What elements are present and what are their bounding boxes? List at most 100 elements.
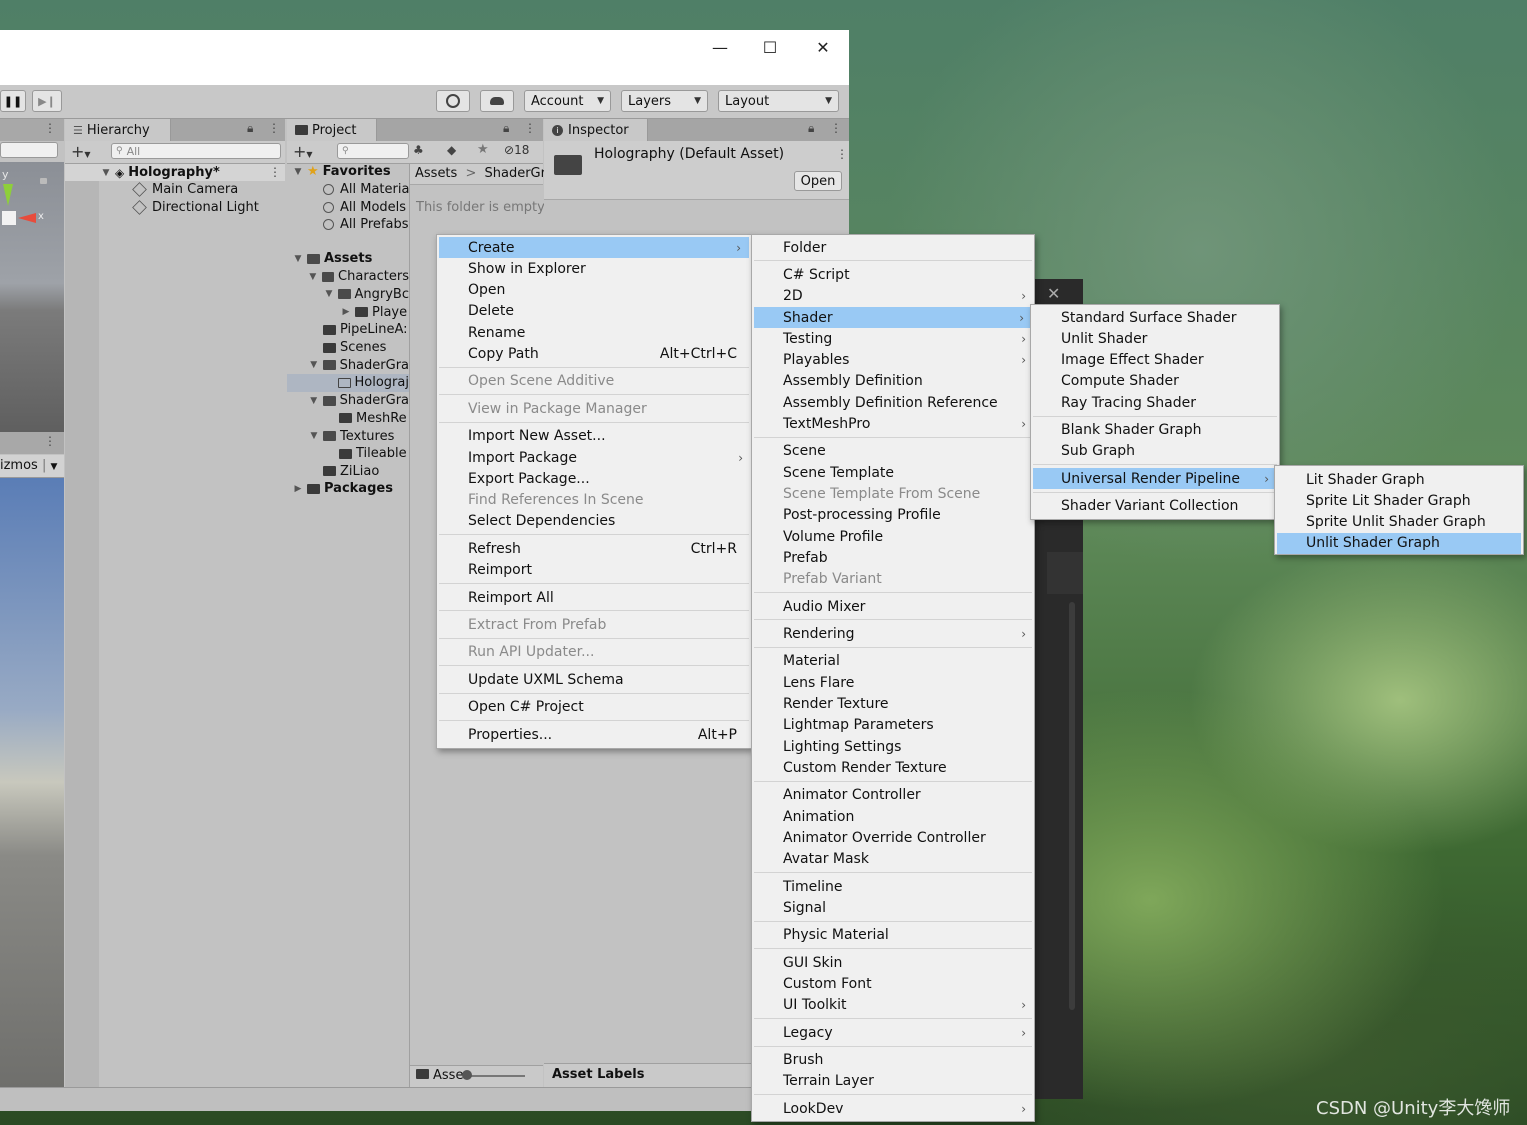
more-icon[interactable]: ⋮ bbox=[268, 121, 280, 135]
menu-item-animator-controller[interactable]: Animator Controller bbox=[752, 785, 1034, 806]
menu-item-shader[interactable]: Shader › bbox=[754, 307, 1032, 328]
asset-folder-row[interactable]: ▶ Playe bbox=[287, 303, 409, 321]
asset-folder-row[interactable]: ▼ AngryBc bbox=[287, 286, 409, 304]
game-viewport[interactable] bbox=[0, 478, 64, 1087]
account-dropdown[interactable]: Account ▼ bbox=[524, 90, 611, 112]
favorites-row[interactable]: ▼ ★ Favorites bbox=[293, 163, 391, 181]
asset-folder-row[interactable]: PipeLineA: bbox=[287, 321, 409, 339]
menu-item-c-script[interactable]: C# Script bbox=[752, 264, 1034, 285]
menu-item-select-dependencies[interactable]: Select Dependencies bbox=[437, 511, 751, 532]
pause-button[interactable]: ❚❚ bbox=[0, 90, 26, 112]
cloud-button[interactable] bbox=[480, 90, 514, 112]
menu-item-folder[interactable]: Folder bbox=[752, 237, 1034, 258]
layers-dropdown[interactable]: Layers ▼ bbox=[621, 90, 708, 112]
menu-item-prefab[interactable]: Prefab bbox=[752, 547, 1034, 568]
menu-item-avatar-mask[interactable]: Avatar Mask bbox=[752, 849, 1034, 870]
asset-folder-row[interactable]: Scenes bbox=[287, 339, 409, 357]
hierarchy-item[interactable]: Directional Light bbox=[132, 199, 259, 217]
menu-item-ray-tracing-shader[interactable]: Ray Tracing Shader bbox=[1031, 392, 1279, 413]
hidden-packages-toggle[interactable]: ⊘18 bbox=[504, 143, 529, 157]
menu-item-standard-surface-shader[interactable]: Standard Surface Shader bbox=[1031, 307, 1279, 328]
menu-item-properties[interactable]: Properties... Alt+P bbox=[437, 724, 751, 745]
asset-folder-row[interactable]: ▼ Characters bbox=[287, 268, 409, 286]
scene-search-input[interactable] bbox=[0, 142, 58, 158]
menu-item-ui-toolkit[interactable]: UI Toolkit › bbox=[752, 995, 1034, 1016]
breadcrumb-assets[interactable]: Assets bbox=[415, 166, 457, 181]
menu-item-assembly-definition-reference[interactable]: Assembly Definition Reference bbox=[752, 392, 1034, 413]
menu-item-animator-override-controller[interactable]: Animator Override Controller bbox=[752, 827, 1034, 848]
menu-item-timeline[interactable]: Timeline bbox=[752, 876, 1034, 897]
favorite-item[interactable]: All Prefabs bbox=[323, 216, 409, 234]
menu-item-volume-profile[interactable]: Volume Profile bbox=[752, 526, 1034, 547]
more-icon[interactable]: ⋮ bbox=[44, 434, 56, 448]
menu-item-material[interactable]: Material bbox=[752, 651, 1034, 672]
menu-item-sub-graph[interactable]: Sub Graph bbox=[1031, 441, 1279, 462]
background-scrollbar[interactable] bbox=[1069, 602, 1075, 1010]
menu-item-lightmap-parameters[interactable]: Lightmap Parameters bbox=[752, 715, 1034, 736]
lock-icon[interactable]: 🔒︎ bbox=[503, 121, 509, 136]
menu-item-universal-render-pipeline[interactable]: Universal Render Pipeline › bbox=[1033, 468, 1277, 490]
hierarchy-item[interactable]: Main Camera bbox=[132, 181, 238, 199]
menu-item-unlit-shader-graph[interactable]: Unlit Shader Graph bbox=[1277, 532, 1521, 554]
zoom-slider-track[interactable] bbox=[463, 1075, 525, 1077]
menu-item-assembly-definition[interactable]: Assembly Definition bbox=[752, 371, 1034, 392]
menu-item-refresh[interactable]: Refresh Ctrl+R bbox=[437, 538, 751, 559]
menu-item-post-processing-profile[interactable]: Post-processing Profile bbox=[752, 505, 1034, 526]
lock-icon[interactable]: 🔒︎ bbox=[247, 121, 253, 136]
menu-item-animation[interactable]: Animation bbox=[752, 806, 1034, 827]
menu-item-lit-shader-graph[interactable]: Lit Shader Graph bbox=[1275, 469, 1523, 490]
more-icon[interactable]: ⋮ bbox=[44, 121, 56, 135]
close-icon[interactable]: ✕ bbox=[1047, 284, 1060, 303]
step-button[interactable]: ▶❙ bbox=[32, 90, 62, 112]
favorite-star-icon[interactable]: ★ bbox=[477, 142, 489, 157]
menu-item-testing[interactable]: Testing › bbox=[752, 328, 1034, 349]
menu-item-scene[interactable]: Scene bbox=[752, 441, 1034, 462]
project-search-input[interactable]: ⚲ bbox=[337, 143, 409, 159]
gizmo-center-icon[interactable] bbox=[2, 211, 16, 225]
open-button[interactable]: Open bbox=[794, 171, 842, 191]
menu-item-rename[interactable]: Rename bbox=[437, 322, 751, 343]
asset-folder-row[interactable]: Tileable bbox=[287, 445, 409, 463]
lock-icon[interactable] bbox=[40, 178, 47, 184]
menu-item-create[interactable]: Create › bbox=[439, 237, 749, 258]
more-icon[interactable]: ⋮ bbox=[830, 121, 842, 135]
menu-item-blank-shader-graph[interactable]: Blank Shader Graph bbox=[1031, 420, 1279, 441]
menu-item-shader-variant-collection[interactable]: Shader Variant Collection bbox=[1031, 496, 1279, 517]
menu-item-copy-path[interactable]: Copy Path Alt+Ctrl+C bbox=[437, 344, 751, 365]
menu-item-sprite-lit-shader-graph[interactable]: Sprite Lit Shader Graph bbox=[1275, 490, 1523, 511]
more-icon[interactable]: ⋮ bbox=[524, 121, 536, 135]
menu-item-show-in-explorer[interactable]: Show in Explorer bbox=[437, 258, 751, 279]
menu-item-custom-font[interactable]: Custom Font bbox=[752, 974, 1034, 995]
tab-hierarchy[interactable]: ☰ Hierarchy bbox=[65, 119, 171, 141]
menu-item-physic-material[interactable]: Physic Material bbox=[752, 925, 1034, 946]
menu-item-textmeshpro[interactable]: TextMeshPro › bbox=[752, 414, 1034, 435]
more-icon[interactable]: ⋮ bbox=[836, 147, 848, 161]
maximize-button[interactable]: ☐ bbox=[744, 30, 796, 64]
zoom-slider-thumb[interactable] bbox=[462, 1070, 472, 1080]
create-button[interactable]: +▼ bbox=[293, 142, 313, 161]
menu-item-signal[interactable]: Signal bbox=[752, 897, 1034, 918]
collab-button[interactable] bbox=[436, 90, 470, 112]
menu-item-2d[interactable]: 2D › bbox=[752, 286, 1034, 307]
packages-row[interactable]: ▶ Packages bbox=[293, 480, 393, 498]
layout-dropdown[interactable]: Layout ▼ bbox=[718, 90, 839, 112]
favorite-item[interactable]: All Materia bbox=[323, 181, 409, 199]
menu-item-custom-render-texture[interactable]: Custom Render Texture bbox=[752, 757, 1034, 778]
add-button[interactable]: +▼ bbox=[71, 142, 91, 161]
asset-labels-heading[interactable]: Asset Labels bbox=[552, 1067, 644, 1082]
menu-item-sprite-unlit-shader-graph[interactable]: Sprite Unlit Shader Graph bbox=[1275, 511, 1523, 532]
menu-item-export-package[interactable]: Export Package... bbox=[437, 468, 751, 489]
menu-item-lighting-settings[interactable]: Lighting Settings bbox=[752, 736, 1034, 757]
menu-item-update-uxml-schema[interactable]: Update UXML Schema bbox=[437, 669, 751, 690]
menu-item-lens-flare[interactable]: Lens Flare bbox=[752, 672, 1034, 693]
assets-row[interactable]: ▼ Assets bbox=[293, 250, 373, 268]
menu-item-playables[interactable]: Playables › bbox=[752, 350, 1034, 371]
menu-item-reimport[interactable]: Reimport bbox=[437, 560, 751, 581]
favorite-item[interactable]: All Models bbox=[323, 199, 406, 217]
asset-folder-row[interactable]: MeshRe bbox=[287, 410, 409, 428]
menu-item-image-effect-shader[interactable]: Image Effect Shader bbox=[1031, 350, 1279, 371]
asset-folder-row[interactable]: ▼ ShaderGra bbox=[287, 357, 409, 375]
asset-folder-row[interactable]: ▼ Textures bbox=[287, 427, 409, 445]
menu-item-lookdev[interactable]: LookDev › bbox=[752, 1098, 1034, 1119]
filter-label-icon[interactable]: ◆ bbox=[447, 143, 456, 157]
